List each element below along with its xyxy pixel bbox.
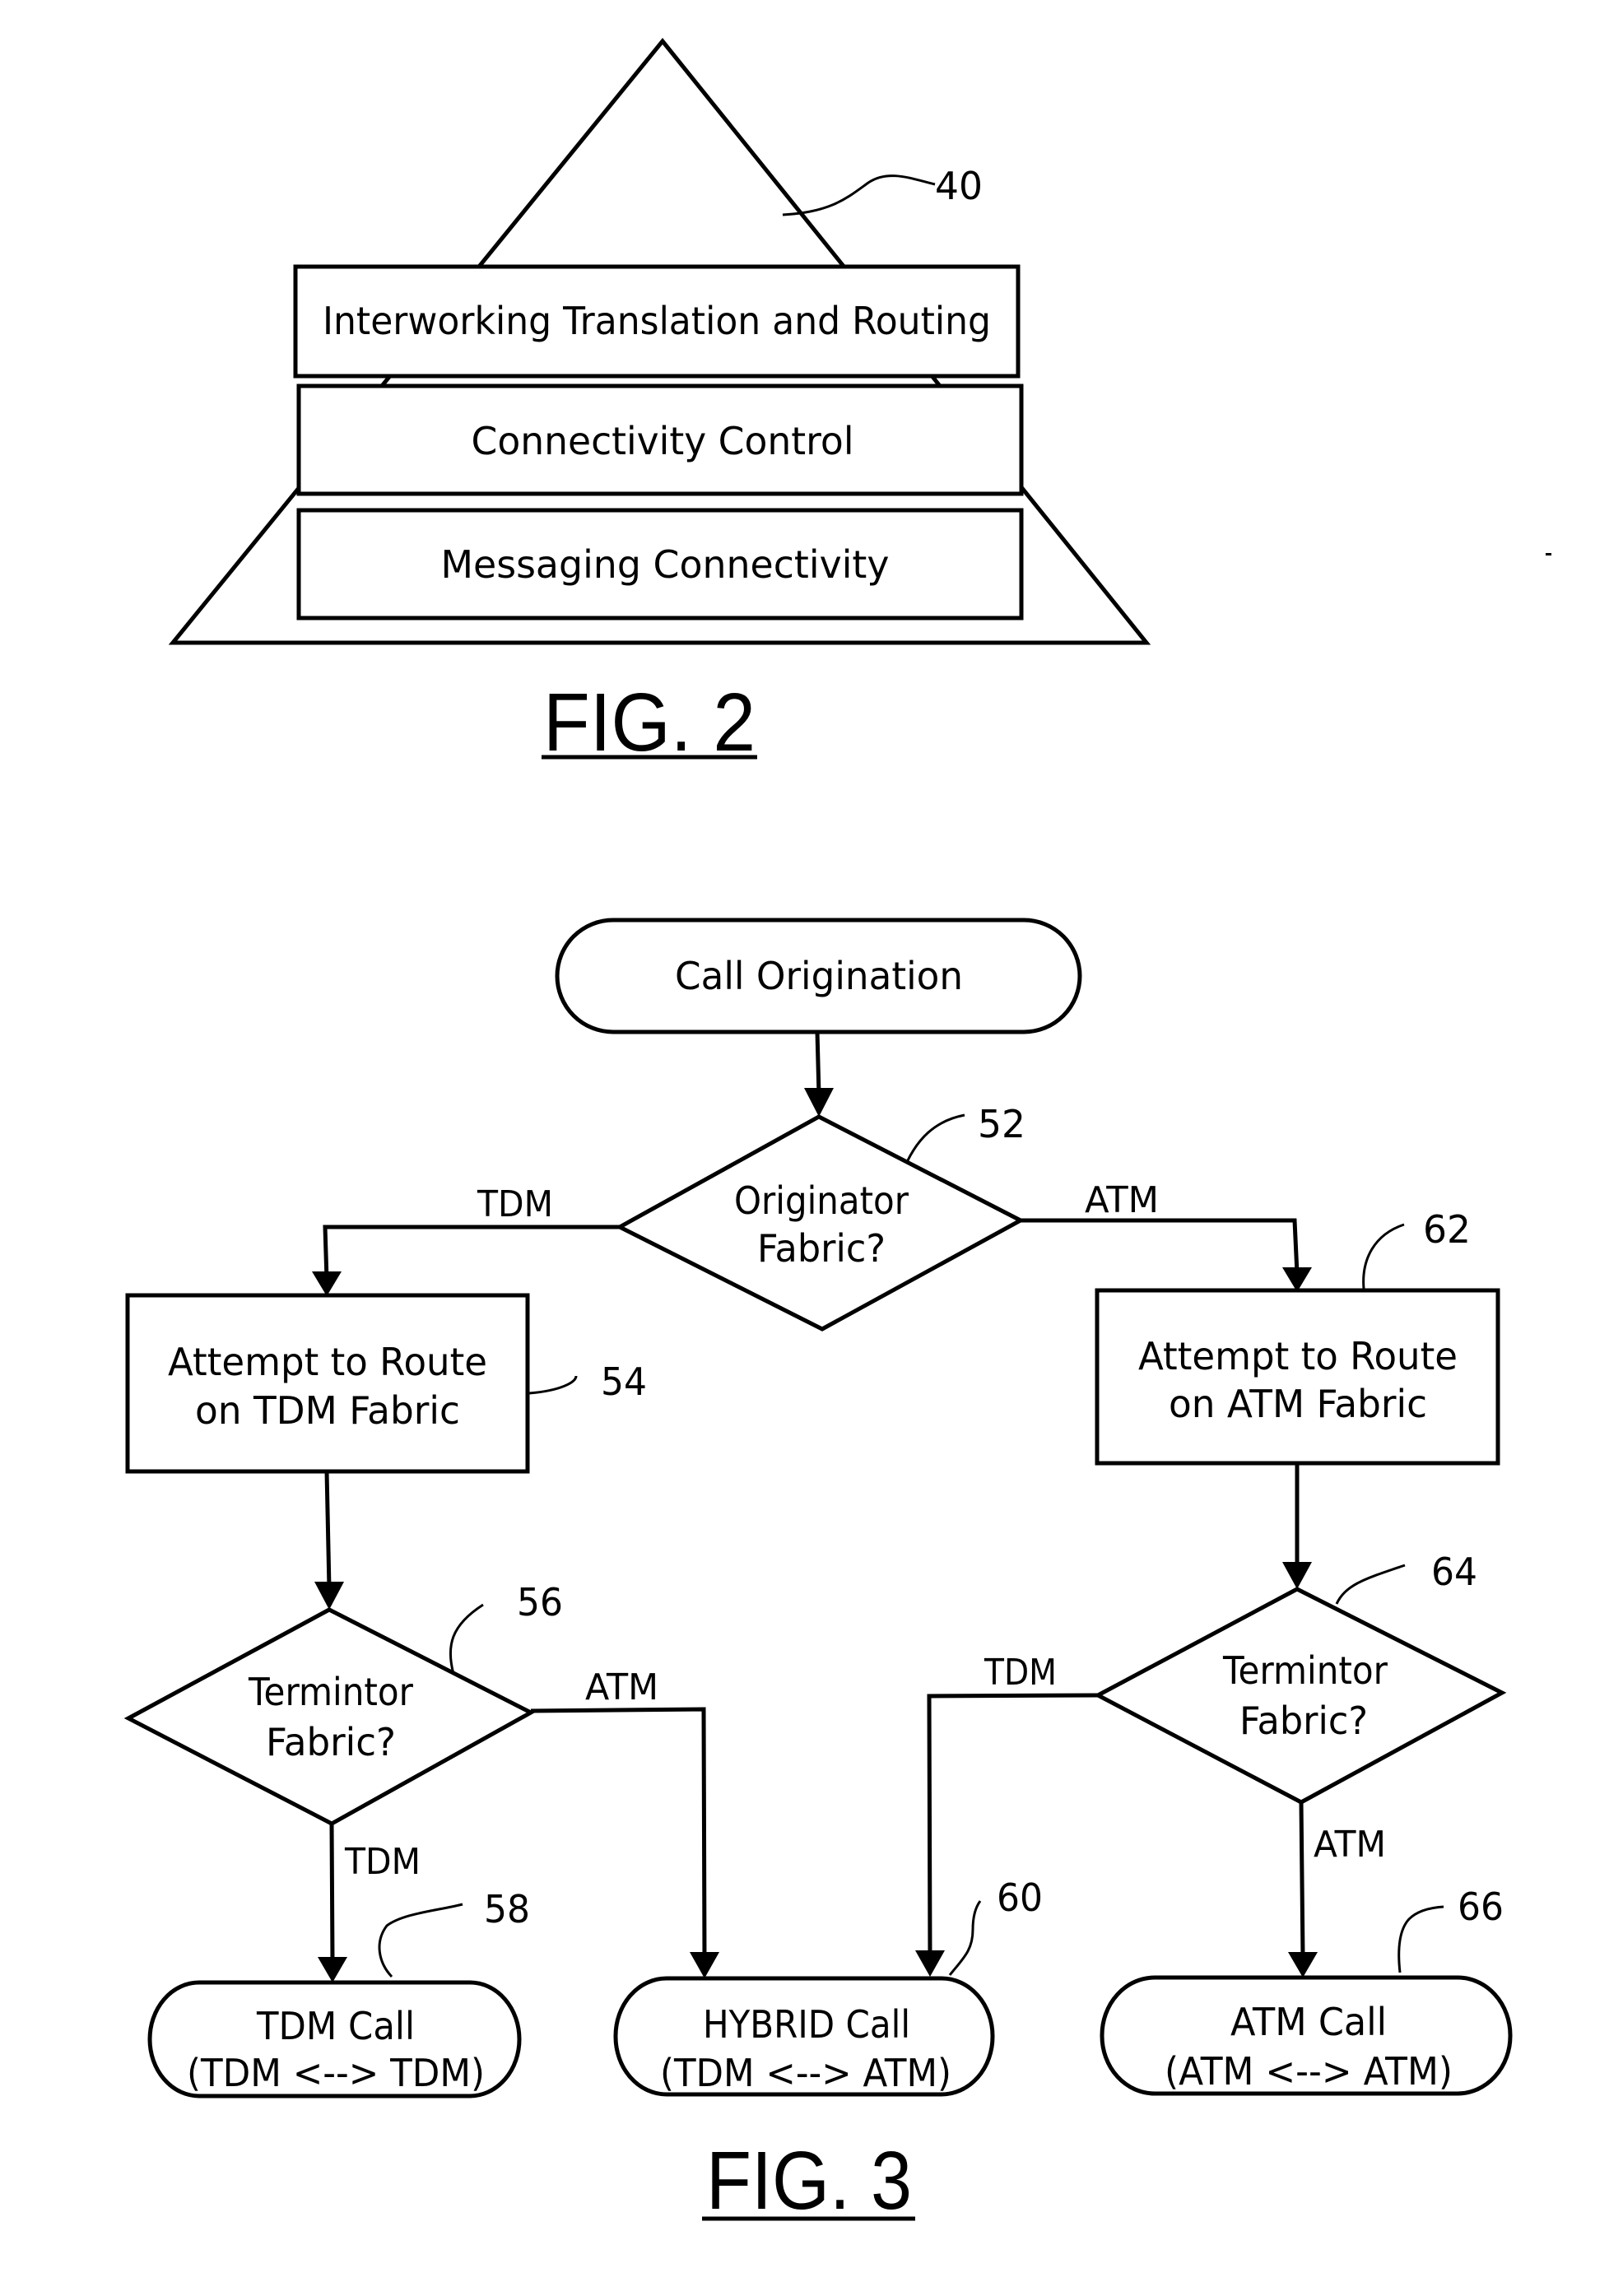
reference-leader-56 (449, 1603, 484, 1675)
terminal-atm-call-line1: ATM Call (1230, 2000, 1387, 2044)
terminal-tdm-call-line1: TDM Call (256, 2004, 415, 2048)
connector-56-atm-to-hybrid (530, 1707, 707, 1959)
reference-leader-40 (782, 174, 936, 216)
reference-numeral-40: 40 (935, 164, 983, 208)
process-route-tdm-line1: Attempt to Route (168, 1340, 487, 1384)
decision-originator-line1: Originator (734, 1178, 909, 1223)
reference-numeral-54: 54 (601, 1359, 647, 1404)
branch-label-64-atm: ATM (1314, 1824, 1386, 1866)
decision-64-line2: Fabric? (1239, 1699, 1368, 1743)
layer-label-interworking: Interworking Translation and Routing (323, 299, 991, 343)
terminal-hybrid-call-line2: (TDM <--> ATM) (660, 2051, 951, 2095)
reference-numeral-52: 52 (978, 1102, 1025, 1146)
connector-start-to-decision (815, 1031, 821, 1095)
decision-originator-fabric (615, 1114, 1025, 1332)
connector-64-atm-to-atm-call (1299, 1801, 1305, 1958)
fig2-caption: FIG. 2 (543, 676, 756, 769)
reference-leader-58 (378, 1903, 463, 1978)
arrowhead-icon (318, 1957, 347, 1982)
reference-numeral-66: 66 (1458, 1885, 1504, 1929)
reference-numeral-62: 62 (1423, 1207, 1471, 1252)
decision-64-line1: Termintor (1222, 1648, 1388, 1693)
terminal-hybrid-call-line1: HYBRID Call (703, 2002, 910, 2047)
process-route-atm-line2: on ATM Fabric (1169, 1382, 1427, 1426)
node-call-origination-label: Call Origination (675, 954, 963, 998)
reference-numeral-58: 58 (484, 1887, 530, 1931)
terminal-atm-call-line2: (ATM <--> ATM) (1165, 2049, 1453, 2094)
reference-leader-64 (1335, 1564, 1406, 1605)
reference-leader-54 (528, 1375, 578, 1395)
connector-56-tdm-to-tdm-call (329, 1823, 335, 1964)
patent-drawing-sheet: Interworking Translation and Routing Con… (123, 38, 1551, 2227)
fig3-caption: FIG. 3 (706, 2135, 912, 2227)
arrowhead-icon (1282, 1562, 1312, 1589)
fig2-layered-pyramid: Interworking Translation and Routing Con… (168, 38, 1551, 769)
connector-originator-atm (1021, 1218, 1300, 1275)
decision-56-line1: Termintor (248, 1670, 413, 1714)
arrowhead-icon (312, 1271, 342, 1296)
stray-mark (1546, 553, 1551, 555)
fig3-flowchart: Call Origination Originator Fabric? 52 T… (123, 918, 1513, 2227)
reference-numeral-56: 56 (517, 1580, 563, 1624)
reference-leader-60 (948, 1900, 982, 1976)
branch-label-originator-atm: ATM (1085, 1179, 1159, 1221)
reference-leader-52 (905, 1113, 965, 1163)
layer-label-messaging-connectivity: Messaging Connectivity (441, 542, 890, 587)
decision-terminator-fabric-atm-side (1093, 1587, 1507, 1805)
branch-label-56-atm: ATM (585, 1666, 658, 1708)
branch-label-originator-tdm: TDM (477, 1183, 553, 1225)
process-route-atm-line1: Attempt to Route (1138, 1334, 1458, 1378)
branch-label-56-tdm: TDM (344, 1841, 421, 1883)
reference-leader-66 (1397, 1905, 1444, 1973)
terminal-tdm-call-line2: (TDM <--> TDM) (187, 2051, 485, 2095)
process-route-tdm-line2: on TDM Fabric (195, 1388, 460, 1433)
reference-leader-62 (1362, 1223, 1405, 1290)
branch-label-64-tdm: TDM (984, 1652, 1057, 1694)
connector-originator-tdm (323, 1225, 620, 1280)
arrowhead-icon (1288, 1952, 1318, 1978)
decision-originator-line2: Fabric? (757, 1226, 886, 1271)
decision-56-line2: Fabric? (266, 1720, 396, 1764)
arrowhead-icon (915, 1950, 945, 1977)
arrowhead-icon (804, 1088, 834, 1117)
arrowhead-icon (690, 1952, 719, 1978)
layer-label-connectivity-control: Connectivity Control (472, 419, 854, 463)
decision-terminator-fabric-tdm-side (123, 1607, 536, 1826)
reference-numeral-60: 60 (997, 1875, 1043, 1920)
reference-numeral-64: 64 (1431, 1550, 1477, 1594)
connector-route-tdm-to-decision (324, 1471, 332, 1589)
arrowhead-icon (314, 1582, 344, 1610)
